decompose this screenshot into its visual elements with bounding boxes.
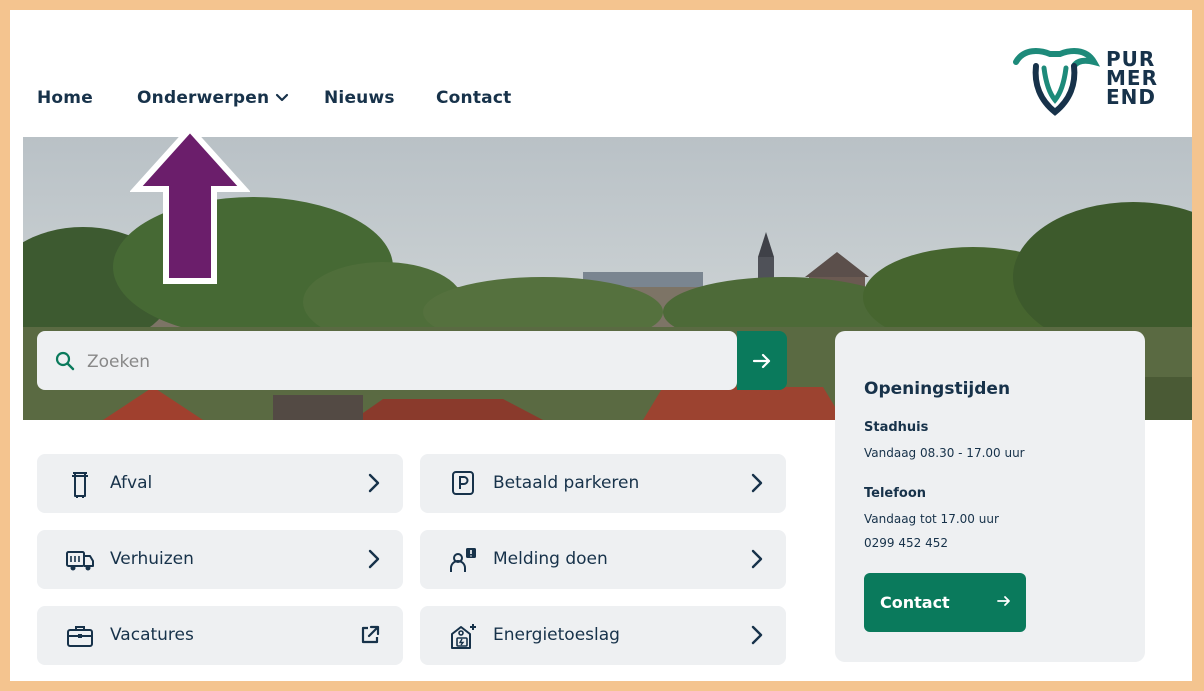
top-navigation: Home Onderwerpen Nieuws Contact PUR MER … (10, 10, 1192, 137)
parking-icon (452, 471, 474, 495)
trash-bin-icon (72, 472, 88, 498)
energy-house-icon (451, 624, 476, 649)
search-submit-button[interactable] (737, 331, 787, 390)
search-icon (55, 351, 75, 371)
tile-label: Vacatures (110, 625, 194, 645)
telefoon-label: Telefoon (864, 486, 927, 501)
arrow-right-icon (752, 353, 771, 368)
cow-head-logo-icon (1013, 48, 1100, 116)
opening-hours-card: Openingstijden Stadhuis Vandaag 08.30 - … (835, 331, 1145, 662)
contact-button-label: Contact (880, 593, 950, 612)
briefcase-icon (67, 626, 93, 647)
search-box (37, 331, 737, 390)
telefoon-number[interactable]: 0299 452 452 (864, 536, 948, 550)
tile-afval[interactable]: Afval (37, 454, 403, 513)
chevron-down-icon (276, 93, 289, 102)
nav-nieuws[interactable]: Nieuws (324, 88, 395, 108)
nav-home[interactable]: Home (37, 88, 93, 108)
tile-energietoeslag[interactable]: Energietoeslag (420, 606, 786, 665)
annotation-arrow-icon (130, 124, 250, 284)
opening-hours-title: Openingstijden (864, 379, 1011, 399)
tile-label: Betaald parkeren (493, 473, 640, 493)
telefoon-hours: Vandaag tot 17.00 uur (864, 512, 999, 526)
nav-onderwerpen[interactable]: Onderwerpen (137, 88, 289, 108)
stadhuis-hours: Vandaag 08.30 - 17.00 uur (864, 446, 1025, 460)
external-link-icon (361, 625, 380, 644)
tile-label: Afval (110, 473, 153, 493)
chevron-right-icon (751, 473, 763, 493)
purmerend-logo[interactable]: PUR MER END (1010, 40, 1170, 120)
search-input[interactable] (85, 346, 709, 378)
tile-betaald-parkeren[interactable]: Betaald parkeren (420, 454, 786, 513)
tile-verhuizen[interactable]: Verhuizen (37, 530, 403, 589)
page: Home Onderwerpen Nieuws Contact PUR MER … (10, 10, 1192, 681)
arrow-right-icon (997, 596, 1010, 606)
tile-label: Melding doen (493, 549, 608, 569)
tile-vacatures[interactable]: Vacatures (37, 606, 403, 665)
tile-label: Verhuizen (110, 549, 194, 569)
nav-onderwerpen-label: Onderwerpen (137, 88, 270, 108)
chevron-right-icon (368, 473, 380, 493)
logo-wordmark: PUR MER END (1106, 49, 1158, 109)
tile-label: Energietoeslag (493, 625, 620, 645)
chevron-right-icon (751, 625, 763, 645)
nav-contact[interactable]: Contact (436, 88, 511, 108)
chevron-right-icon (368, 549, 380, 569)
tile-melding-doen[interactable]: Melding doen (420, 530, 786, 589)
stadhuis-label: Stadhuis (864, 420, 929, 435)
logo-line-3: END (1106, 85, 1157, 109)
report-icon (450, 548, 476, 572)
chevron-right-icon (751, 549, 763, 569)
moving-truck-icon (66, 551, 94, 571)
contact-button[interactable]: Contact (864, 573, 1026, 632)
